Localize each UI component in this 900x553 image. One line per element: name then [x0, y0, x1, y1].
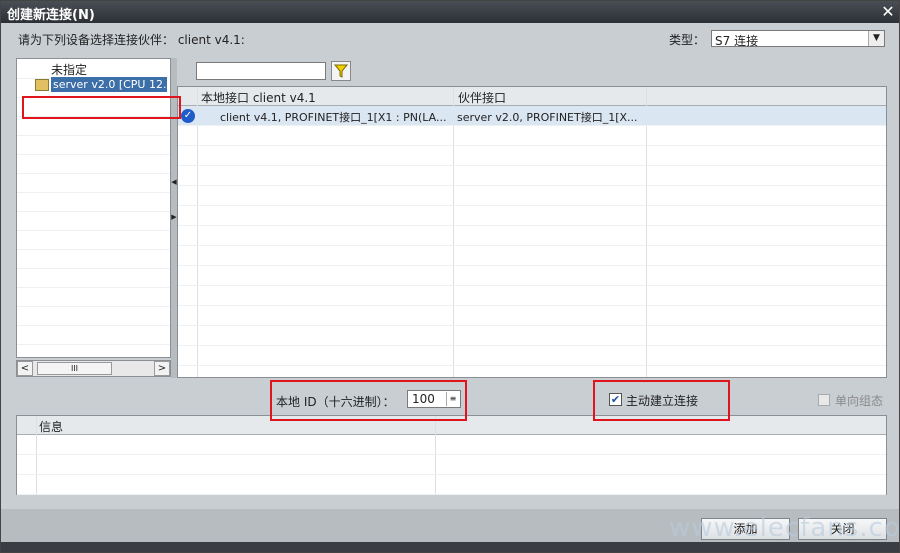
watermark: www.elecfans.com	[669, 513, 900, 543]
tree-row	[17, 192, 170, 212]
tree-item-unassigned[interactable]: 未指定	[51, 61, 87, 78]
prompt-text: 请为下列设备选择连接伙伴： client v4.1:	[18, 33, 245, 47]
funnel-icon	[333, 64, 349, 78]
tree-row	[17, 268, 170, 288]
unidirectional-checkbox[interactable]	[818, 394, 830, 406]
table-row	[178, 306, 886, 326]
table-row[interactable]: ✓ client v4.1, PROFINET接口_1[X1 : PN(LA..…	[178, 106, 886, 126]
tree-row	[17, 135, 170, 155]
dialog-body: 请为下列设备选择连接伙伴： client v4.1: 类型： S7 连接 ▼ 未…	[1, 23, 899, 509]
bottom-strip	[1, 542, 899, 552]
create-connection-dialog: 创建新连接(N) ✕ 请为下列设备选择连接伙伴： client v4.1: 类型…	[0, 0, 900, 553]
tree-item-server-label: server v2.0 [CPU 12...	[51, 77, 167, 92]
tree-row	[17, 249, 170, 269]
info-table: 信息	[16, 415, 887, 495]
tree-row	[17, 306, 170, 326]
filter-button[interactable]	[331, 61, 351, 81]
tree-horizontal-scrollbar[interactable]: < III >	[16, 360, 171, 377]
cell-partner-interface: server v2.0, PROFINET接口_1[X...	[457, 111, 638, 124]
dialog-title: 创建新连接(N)	[7, 8, 95, 23]
scroll-thumb[interactable]: III	[37, 362, 112, 375]
close-icon[interactable]: ✕	[879, 3, 897, 21]
tree-row	[17, 59, 170, 79]
info-row	[17, 475, 886, 495]
interface-grid[interactable]: 本地接口 client v4.1 伙伴接口 ✓ client v4.1, PRO…	[177, 86, 887, 378]
tree-row	[17, 287, 170, 307]
table-row	[178, 326, 886, 346]
table-row	[178, 266, 886, 286]
scroll-left-icon[interactable]: <	[17, 361, 33, 376]
tree-item-server[interactable]: server v2.0 [CPU 12...	[35, 77, 170, 94]
type-select-value: S7 连接	[715, 34, 759, 48]
tree-row	[17, 211, 170, 231]
column-header-local: 本地接口 client v4.1	[201, 91, 316, 105]
device-folder-icon	[35, 79, 49, 91]
info-row	[17, 455, 886, 475]
type-select[interactable]: S7 连接 ▼	[711, 30, 885, 48]
table-row	[178, 126, 886, 146]
table-row	[178, 186, 886, 206]
grid-header: 本地接口 client v4.1 伙伴接口	[178, 87, 886, 106]
table-row	[178, 346, 886, 366]
cell-local-interface: client v4.1, PROFINET接口_1[X1 : PN(LA...	[220, 111, 447, 124]
scroll-right-icon[interactable]: >	[154, 361, 170, 376]
table-row	[178, 226, 886, 246]
table-row	[178, 146, 886, 166]
titlebar: 创建新连接(N) ✕	[1, 1, 899, 23]
tree-row	[17, 325, 170, 345]
table-row	[178, 166, 886, 186]
tree-row	[17, 116, 170, 136]
highlight-box-local-id	[270, 380, 467, 421]
tree-row	[17, 173, 170, 193]
highlight-box-device	[22, 96, 181, 119]
tree-row	[17, 230, 170, 250]
info-header: 信息	[39, 420, 64, 434]
column-header-partner: 伙伴接口	[458, 91, 507, 105]
unidirectional-label: 单向组态	[835, 394, 884, 408]
chevron-down-icon[interactable]: ▼	[868, 31, 884, 46]
table-row	[178, 286, 886, 306]
tree-row	[17, 154, 170, 174]
table-row	[178, 246, 886, 266]
highlight-box-active-connect	[593, 380, 730, 421]
info-row	[17, 435, 886, 455]
filter-input[interactable]	[196, 62, 326, 80]
table-row	[178, 206, 886, 226]
check-circle-icon: ✓	[181, 109, 195, 123]
type-label: 类型：	[669, 33, 706, 47]
